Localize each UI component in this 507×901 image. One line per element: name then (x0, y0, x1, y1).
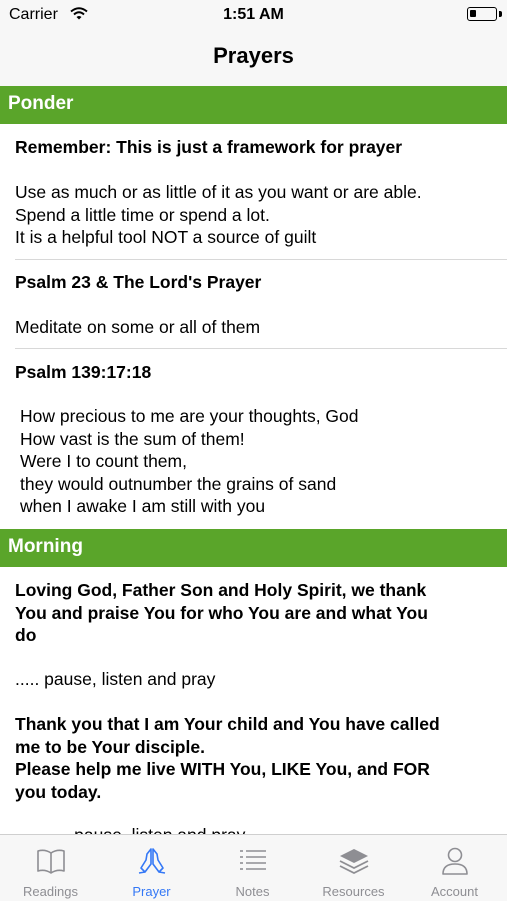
remember-title: Remember: This is just a framework for p… (15, 137, 403, 157)
section-header-label: Morning (8, 536, 83, 557)
book-icon (37, 849, 65, 874)
remember-text: Use as much or as little of it as you wa… (15, 181, 495, 249)
tab-readings[interactable]: Readings (0, 835, 101, 901)
layers-icon (339, 849, 369, 875)
text-line: Loving God, Father Son and Holy Spirit, … (15, 580, 427, 600)
tab-label: Notes (235, 884, 270, 899)
pause-text: ..... pause, listen and pray (45, 824, 507, 834)
text-line: Thank you that I am Your child and You h… (15, 714, 440, 734)
pause-text: ..... pause, listen and pray (15, 669, 216, 689)
psalm139-text: How precious to me are your thoughts, Go… (20, 405, 500, 518)
status-time: 1:51 AM (223, 6, 284, 23)
tab-account[interactable]: Account (404, 835, 505, 901)
tab-notes[interactable]: Notes (202, 835, 303, 901)
text-line: do (15, 625, 37, 645)
status-bar: Carrier 1:51 AM (0, 0, 507, 30)
text-line: You and praise You for who You are and w… (15, 602, 428, 623)
verse-line: How vast is the sum of them! (20, 428, 245, 449)
text-line: Use as much or as little of it as you wa… (15, 182, 422, 202)
text-line: Please help me live WITH You, LIKE You, … (15, 759, 430, 779)
tab-label: Account (431, 884, 478, 899)
psalm23-text: Meditate on some or all of them (15, 317, 261, 337)
text-line: you today. (15, 781, 102, 802)
verse-line: they would outnumber the grains of sand (20, 473, 337, 494)
verse-line: when I awake I am still with you (20, 496, 266, 516)
divider (15, 348, 507, 349)
nav-bar: Prayers (0, 30, 507, 86)
page-title: Prayers (213, 43, 294, 68)
section-header-label: Ponder (8, 93, 74, 114)
verse-line: Were I to count them, (20, 451, 187, 471)
text-line: me to be Your disciple. (15, 736, 205, 757)
list-icon (240, 850, 266, 870)
tab-label: Resources (322, 884, 385, 899)
section-header-morning: Morning (0, 529, 507, 567)
tab-label: Prayer (132, 884, 171, 899)
tab-label: Readings (23, 884, 78, 899)
praying-hands-icon (138, 848, 166, 874)
psalm139-title: Psalm 139:17:18 (15, 362, 152, 382)
battery-icon (467, 7, 497, 21)
tab-resources[interactable]: Resources (303, 835, 404, 901)
morning-prayer-2: Thank you that I am Your child and You h… (15, 713, 495, 803)
psalm23-title: Psalm 23 & The Lord's Prayer (15, 272, 262, 292)
tab-prayer[interactable]: Prayer (101, 835, 202, 901)
person-icon (442, 847, 468, 875)
verse-line: How precious to me are your thoughts, Go… (20, 406, 359, 426)
text-line: It is a helpful tool NOT a source of gui… (15, 227, 317, 247)
morning-prayer-1: Loving God, Father Son and Holy Spirit, … (15, 579, 495, 647)
tab-bar: Readings Prayer Notes Resources Account (0, 834, 507, 901)
text-line: Spend a little time or spend a lot. (15, 204, 270, 225)
divider (15, 259, 507, 260)
prayers-content[interactable]: Ponder Remember: This is just a framewor… (0, 86, 507, 834)
section-header-ponder: Ponder (0, 86, 507, 124)
